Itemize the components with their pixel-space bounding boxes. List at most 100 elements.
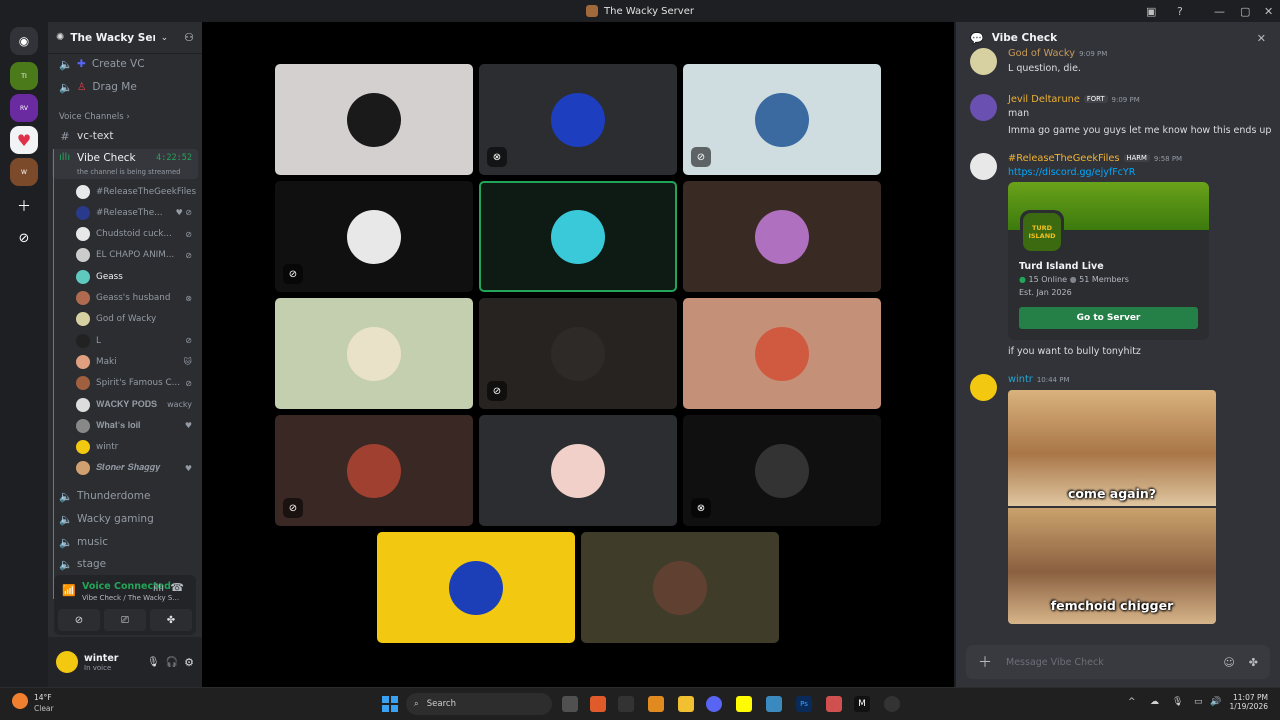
participant-tile[interactable]: ⊘ [275, 415, 473, 526]
participant-tile[interactable]: ⊗ [479, 64, 677, 175]
emoji-icon[interactable]: ☺ [1223, 656, 1234, 669]
avatar[interactable] [970, 374, 997, 401]
author-name[interactable]: #ReleaseTheGeekFiles [1008, 153, 1120, 164]
plus-icon[interactable]: ＋ [978, 652, 992, 672]
minimize-button[interactable]: — [1214, 0, 1225, 22]
voice-user-row[interactable]: wintr [76, 438, 200, 457]
message-author[interactable]: #ReleaseTheGeekFiles HARM 9:58 PM [1008, 153, 1182, 164]
channel-thunderdome[interactable]: 🔈 Thunderdome [52, 486, 198, 506]
chevron-down-icon[interactable]: ⌄ [161, 33, 169, 43]
voice-user-row[interactable]: Geass's husband ⊗ [76, 289, 200, 308]
server-turd-island-icon[interactable]: TI [10, 62, 38, 90]
brave-icon[interactable] [590, 696, 606, 712]
channel-music[interactable]: 🔈 music [52, 532, 198, 552]
message-author[interactable]: Jevil Deltarune FORT 9:09 PM [1008, 94, 1140, 105]
app-m-icon[interactable]: M [854, 696, 870, 712]
participant-tile[interactable] [275, 298, 473, 409]
channel-drag-me[interactable]: 🔈 ♙ Drag Me [52, 77, 198, 97]
voice-user-row[interactable]: L ⊘ [76, 331, 200, 350]
author-name[interactable]: Jevil Deltarune [1008, 94, 1080, 105]
channel-stage[interactable]: 🔈 stage [52, 554, 198, 574]
voice-user-row[interactable]: 𝑺𝒕𝒐𝒏𝒆𝒓 𝑺𝒉𝒂𝒈𝒈𝒚 ♥ [76, 459, 200, 478]
discord-icon[interactable] [706, 696, 722, 712]
headphones-icon[interactable]: 🎧 [166, 657, 178, 668]
photoshop-icon[interactable]: Ps [796, 696, 812, 712]
avatar[interactable] [970, 94, 997, 121]
participant-tile[interactable]: ⊘ [479, 298, 677, 409]
display-icon[interactable]: ▭ [1194, 697, 1203, 707]
message-author[interactable]: God of Wacky 9:09 PM [1008, 48, 1107, 59]
message-input[interactable]: Message Vibe Check [1006, 657, 1209, 668]
participant-tile[interactable] [683, 181, 881, 292]
server-wacky-icon[interactable]: W [10, 158, 38, 186]
close-button[interactable]: ✕ [1264, 0, 1273, 22]
invite-link[interactable]: https://discord.gg/ejyfFcYR [1008, 167, 1135, 178]
participant-tile[interactable] [581, 532, 779, 643]
disconnect-icon[interactable]: ☎ [170, 581, 184, 594]
go-to-server-button[interactable]: Go to Server [1019, 307, 1198, 329]
volume-icon[interactable]: 🔊 [1210, 697, 1221, 707]
maximize-button[interactable]: ▢ [1240, 0, 1250, 22]
message-author[interactable]: wintr 10:44 PM [1008, 374, 1070, 385]
discord-home-icon[interactable]: ◉ [10, 27, 38, 55]
taskbar-search[interactable]: ⌕ Search [406, 693, 552, 715]
start-icon[interactable] [382, 696, 398, 712]
avatar[interactable] [970, 48, 997, 75]
voice-user-row[interactable]: Spirit's Famous C... ⊘ [76, 374, 200, 393]
snapchat-icon[interactable] [736, 696, 752, 712]
steam-icon[interactable] [884, 696, 900, 712]
task-view-icon[interactable] [562, 696, 578, 712]
activities-button[interactable]: ✤ [150, 609, 192, 631]
voice-user-row[interactable]: #ReleaseThe... ♥ ⊘ [76, 203, 200, 222]
author-name[interactable]: wintr [1008, 374, 1033, 385]
add-server-icon[interactable]: ＋ [10, 192, 38, 220]
file-explorer-icon[interactable] [678, 696, 694, 712]
participant-tile[interactable] [479, 181, 677, 292]
channel-wacky-gaming[interactable]: 🔈 Wacky gaming [52, 509, 198, 529]
server-heart-icon[interactable]: ♥ [10, 126, 38, 154]
clock[interactable]: 11:07 PM 1/19/2026 [1228, 693, 1268, 711]
camera-off-button[interactable]: ⊘ [58, 609, 100, 631]
live-icon[interactable] [618, 696, 634, 712]
server-header[interactable]: ✺ The Wacky Ser... ⌄ ⚇ [48, 22, 202, 54]
voice-user-row[interactable]: #ReleaseTheGeekFiles [76, 182, 200, 201]
voice-user-row[interactable]: Maki 🐱 [76, 352, 200, 371]
channel-create-vc[interactable]: 🔈 ✚ Create VC [52, 54, 198, 74]
voice-user-row[interactable]: EL CHAPO ANIM... ⊘ [76, 246, 200, 265]
participant-tile[interactable]: ⊘ [275, 181, 473, 292]
firefox-icon[interactable] [648, 696, 664, 712]
participant-tile[interactable]: ⊘ [683, 64, 881, 175]
close-icon[interactable]: ✕ [1257, 32, 1266, 45]
apps-icon[interactable]: ✤ [1249, 656, 1258, 669]
inbox-icon[interactable]: ▣ [1146, 0, 1156, 22]
add-member-icon[interactable]: ⚇ [184, 31, 194, 44]
avatar[interactable] [970, 153, 997, 180]
screen-share-button[interactable]: ⎚ [104, 609, 146, 631]
category-voice-channels[interactable]: Voice Channels › [59, 112, 130, 122]
discover-icon[interactable]: ⊘ [10, 224, 38, 252]
participant-tile[interactable] [683, 298, 881, 409]
meme-image[interactable]: come again? femchoid chigger [1008, 390, 1216, 624]
server-purple-icon[interactable]: RV [10, 94, 38, 122]
participant-tile[interactable] [275, 64, 473, 175]
author-name[interactable]: God of Wacky [1008, 48, 1075, 59]
mic-tray-icon[interactable]: 🎙 [1172, 697, 1183, 707]
photos-icon[interactable] [766, 696, 782, 712]
voice-user-row[interactable]: Geass [76, 267, 200, 286]
voice-user-row[interactable]: Chudstoid cuck... ⊘ [76, 225, 200, 244]
noise-suppression-icon[interactable]: ıllı [153, 583, 164, 594]
tray-chevron-icon[interactable]: ^ [1128, 697, 1136, 707]
voice-user-row[interactable]: 𝐖𝐀𝐂𝐊𝐘 𝐏𝐎𝐃𝐒 wacky [76, 395, 200, 414]
participant-tile[interactable] [479, 415, 677, 526]
mic-icon[interactable]: 🎙 [147, 657, 160, 668]
voice-status-subtitle[interactable]: Vibe Check / The Wacky S... [82, 594, 179, 602]
gear-icon[interactable]: ⚙ [184, 656, 194, 669]
participant-tile[interactable]: ⊗ [683, 415, 881, 526]
onedrive-icon[interactable]: ☁ [1150, 697, 1159, 707]
paint-icon[interactable] [826, 696, 842, 712]
voice-user-row[interactable]: God of Wacky [76, 310, 200, 329]
channel-vc-text[interactable]: # vc-text [52, 126, 198, 146]
voice-user-row[interactable]: 𝐖𝐡𝐚𝐭'𝐬 𝐥𝐨𝐢𝐥 ♥ [76, 416, 200, 435]
weather-icon[interactable] [12, 693, 28, 709]
channel-vibe-check[interactable]: ıllı Vibe Check 4:22:52 the channel is b… [52, 149, 198, 179]
